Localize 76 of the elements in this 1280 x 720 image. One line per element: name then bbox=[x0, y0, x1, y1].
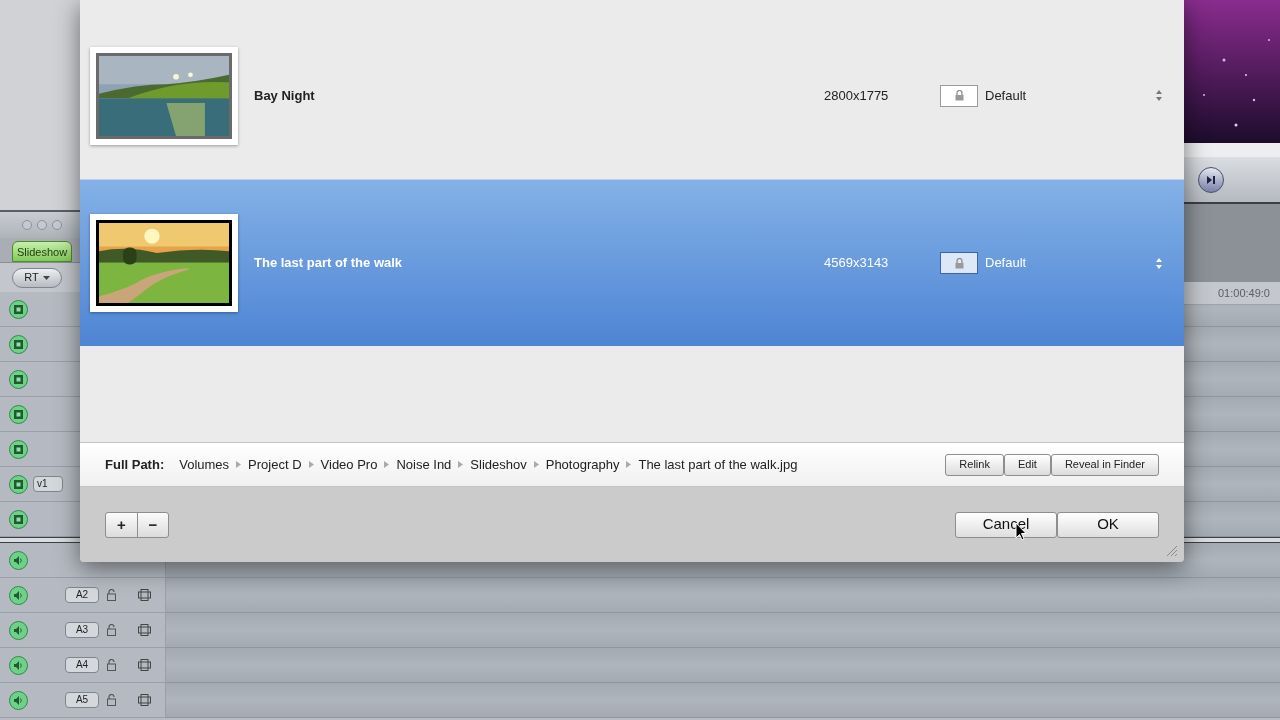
path-button[interactable]: Relink bbox=[945, 453, 1004, 476]
speaker-icon bbox=[13, 660, 24, 670]
rt-menu-button[interactable]: RT bbox=[12, 267, 62, 288]
lock-icon[interactable] bbox=[107, 694, 116, 706]
track-visibility-button[interactable] bbox=[9, 334, 28, 354]
track-audio-button[interactable] bbox=[9, 690, 28, 710]
path-segment[interactable]: Video Pro bbox=[320, 454, 378, 475]
add-button[interactable]: + bbox=[106, 512, 137, 537]
track-label[interactable]: A4 bbox=[65, 657, 99, 673]
lock-icon[interactable] bbox=[107, 624, 116, 636]
caret-icon bbox=[42, 275, 50, 280]
separator-icon bbox=[458, 461, 464, 468]
film-icon bbox=[14, 339, 23, 349]
ok-button[interactable]: OK bbox=[1057, 511, 1159, 538]
track-visibility-button[interactable] bbox=[9, 299, 28, 319]
track-visibility-button[interactable] bbox=[9, 509, 28, 529]
film-icon bbox=[14, 409, 23, 419]
track-visibility-button[interactable] bbox=[9, 404, 28, 424]
media-name: The last part of the walk bbox=[254, 254, 404, 273]
separator-icon bbox=[626, 461, 632, 468]
source-patch-label[interactable]: v1 bbox=[33, 476, 63, 492]
separator-icon bbox=[384, 461, 390, 468]
film-strip-icon[interactable] bbox=[138, 659, 151, 671]
media-dimensions: 2800x1775 bbox=[824, 86, 890, 105]
media-name: Bay Night bbox=[254, 86, 316, 105]
film-strip-icon[interactable] bbox=[138, 694, 151, 706]
track-visibility-button[interactable] bbox=[9, 474, 28, 494]
next-frame-button[interactable] bbox=[1198, 166, 1224, 193]
lock-toggle[interactable] bbox=[940, 84, 978, 107]
film-strip-icon[interactable] bbox=[138, 624, 151, 636]
track-visibility-button[interactable] bbox=[9, 439, 28, 459]
timeline-tab[interactable]: Slideshow bbox=[12, 241, 73, 262]
path-button[interactable]: Reveal in Finder bbox=[1050, 453, 1159, 476]
path-segment[interactable]: Noise Ind bbox=[396, 454, 452, 475]
path-button[interactable]: Edit bbox=[1003, 453, 1051, 476]
track-label[interactable]: A3 bbox=[65, 622, 99, 638]
track-audio-button[interactable] bbox=[9, 550, 28, 570]
resize-grip-icon[interactable] bbox=[1166, 545, 1178, 557]
lock-icon bbox=[954, 257, 964, 269]
track-label[interactable]: A2 bbox=[65, 587, 99, 603]
film-strip-icon[interactable] bbox=[138, 589, 151, 601]
lock-icon[interactable] bbox=[107, 659, 116, 671]
path-segment[interactable]: Slideshov bbox=[470, 454, 527, 475]
skip-icon bbox=[1206, 174, 1216, 185]
film-icon bbox=[14, 304, 23, 314]
speaker-icon bbox=[13, 555, 24, 565]
stepper-icon bbox=[1156, 90, 1162, 101]
separator-icon bbox=[308, 461, 314, 468]
speaker-icon bbox=[13, 695, 24, 705]
lock-toggle[interactable] bbox=[940, 252, 978, 274]
remove-button[interactable]: − bbox=[137, 512, 168, 537]
film-icon bbox=[14, 514, 23, 524]
track-audio-button[interactable] bbox=[9, 585, 28, 605]
film-icon bbox=[14, 374, 23, 384]
lock-icon bbox=[954, 90, 964, 101]
track-audio-button[interactable] bbox=[9, 655, 28, 675]
timecode: 01:00:49:0 bbox=[1218, 285, 1270, 301]
film-icon bbox=[14, 444, 23, 454]
path-label: Full Path: bbox=[105, 455, 165, 474]
separator-icon bbox=[236, 461, 242, 468]
media-dimensions: 4569x3143 bbox=[824, 254, 890, 273]
track-audio-button[interactable] bbox=[9, 620, 28, 640]
track-label[interactable]: A5 bbox=[65, 692, 99, 708]
setting-popup[interactable]: Default bbox=[985, 85, 1162, 106]
path-segment[interactable]: Volumes bbox=[179, 454, 230, 475]
separator-icon bbox=[533, 461, 539, 468]
cancel-button[interactable]: Cancel bbox=[955, 511, 1057, 538]
lock-icon[interactable] bbox=[107, 589, 116, 601]
path-segment[interactable]: Project D bbox=[248, 454, 302, 475]
path-segment[interactable]: The last part of the walk.jpg bbox=[638, 454, 798, 475]
speaker-icon bbox=[13, 625, 24, 635]
speaker-icon bbox=[13, 590, 24, 600]
film-icon bbox=[14, 479, 23, 489]
track-visibility-button[interactable] bbox=[9, 369, 28, 389]
path-segment[interactable]: Photography bbox=[545, 454, 620, 475]
stepper-icon bbox=[1156, 257, 1162, 269]
